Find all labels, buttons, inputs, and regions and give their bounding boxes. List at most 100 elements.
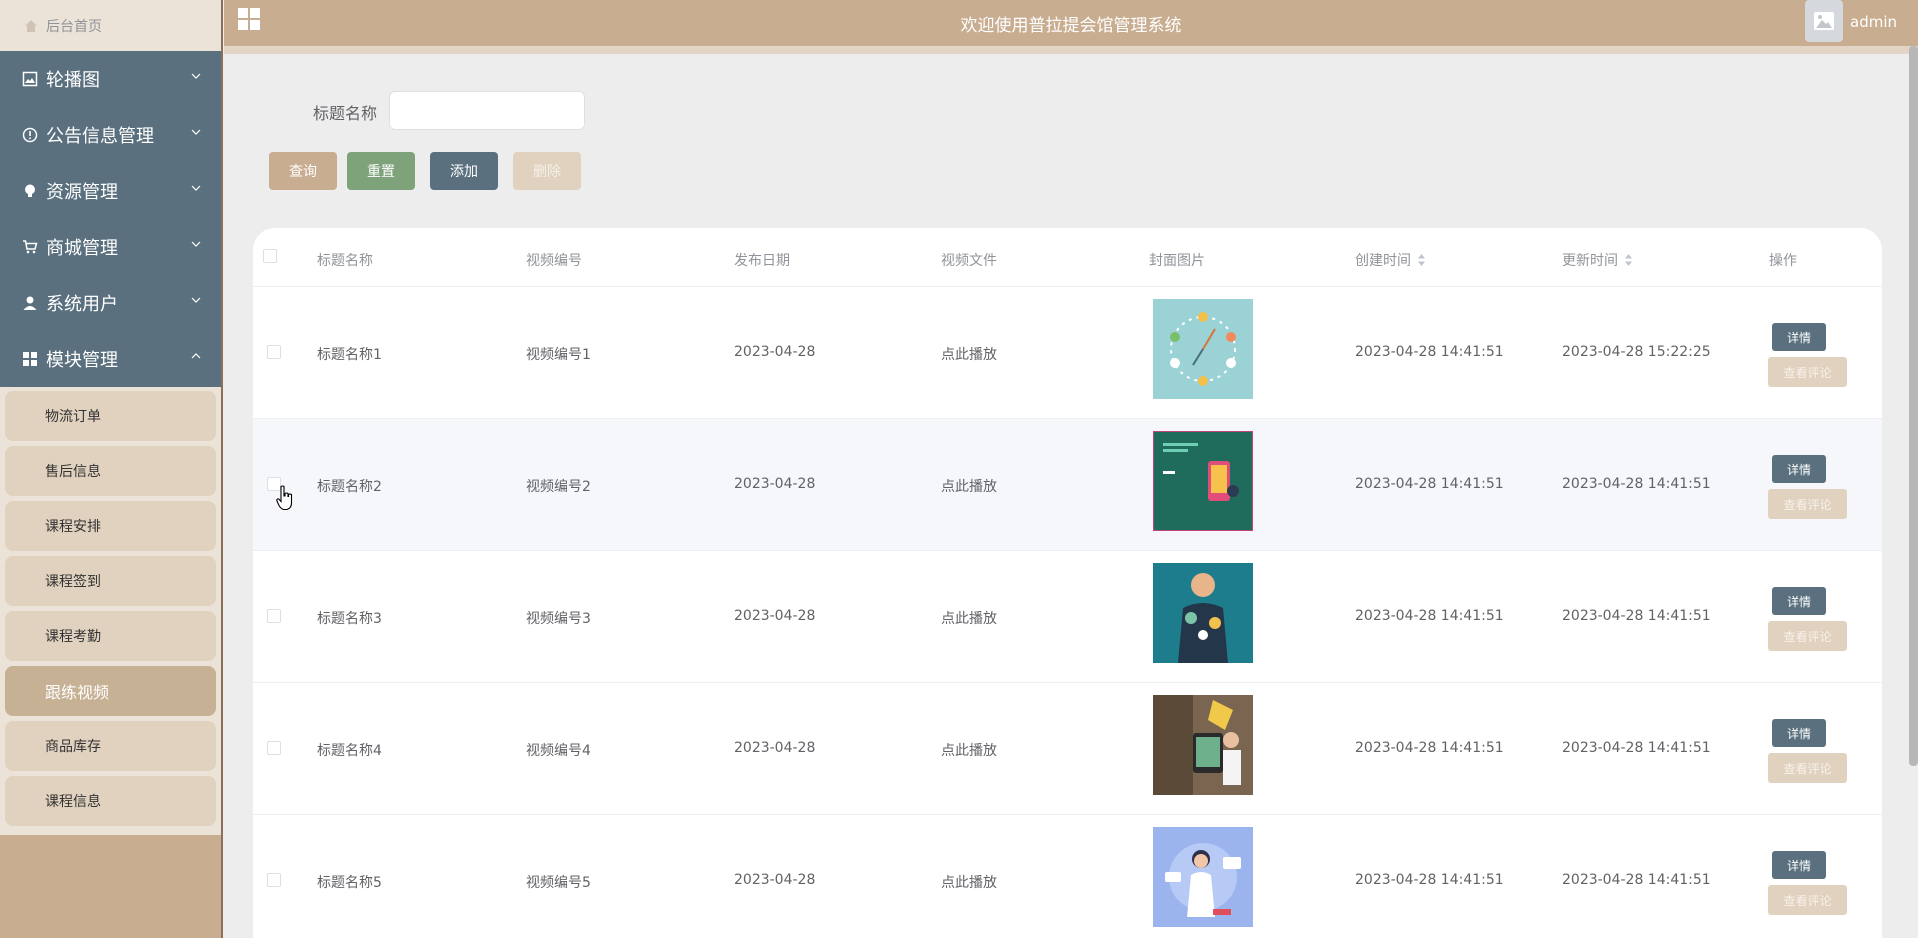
row-checkbox[interactable]	[267, 345, 281, 359]
submenu-course-checkin[interactable]: 课程签到	[5, 556, 216, 606]
column-header-label: 更新时间	[1562, 253, 1618, 269]
submenu-logistics-orders[interactable]: 物流订单	[5, 391, 216, 441]
cell-title: 标题名称1	[317, 347, 382, 363]
detail-button[interactable]: 详情	[1772, 323, 1826, 351]
detail-button[interactable]: 详情	[1772, 455, 1826, 483]
delete-button[interactable]: 删除	[513, 152, 581, 190]
cell-title: 标题名称2	[317, 479, 382, 495]
cover-image	[1153, 299, 1253, 399]
column-header: 封面图片	[1149, 253, 1205, 269]
menu-carousel[interactable]: 轮播图	[0, 51, 221, 107]
cell-updated: 2023-04-28 15:22:25	[1562, 344, 1711, 360]
chevron-up-icon	[191, 353, 201, 359]
view-reviews-button[interactable]: 查看评论	[1768, 489, 1847, 519]
home-icon	[25, 19, 37, 32]
menu-label: 公告信息管理	[46, 126, 154, 147]
submenu-after-sales[interactable]: 售后信息	[5, 446, 216, 496]
title-search-input[interactable]	[389, 91, 585, 130]
row-checkbox[interactable]	[267, 609, 281, 623]
detail-button[interactable]: 详情	[1772, 587, 1826, 615]
menu-shop[interactable]: 商城管理	[0, 219, 221, 275]
add-button[interactable]: 添加	[430, 152, 498, 190]
main-content: 标题名称 查询 重置 添加 删除 标题名称 视频编号 发布日期 视频文件 封面图…	[224, 54, 1918, 938]
cell-created: 2023-04-28 14:41:51	[1355, 608, 1504, 624]
cell-updated: 2023-04-28 14:41:51	[1562, 608, 1711, 624]
cell-video-no: 视频编号3	[526, 611, 591, 627]
page-scrollbar[interactable]	[1909, 46, 1918, 766]
cell-title: 标题名称4	[317, 743, 382, 759]
top-header: 欢迎使用普拉提会馆管理系统 admin	[224, 0, 1918, 54]
menu-label: 轮播图	[46, 70, 100, 91]
menu-notice[interactable]: 公告信息管理	[0, 107, 221, 163]
table-row: 标题名称4 视频编号4 2023-04-28 点此播放 2023-04-28 1…	[253, 683, 1882, 815]
image-icon	[1814, 12, 1834, 30]
hand-cursor-icon	[276, 485, 293, 511]
table-header: 标题名称 视频编号 发布日期 视频文件 封面图片 创建时间 更新时间 操作	[253, 228, 1882, 287]
cell-updated: 2023-04-28 14:41:51	[1562, 740, 1711, 756]
sort-icon[interactable]	[1624, 253, 1633, 267]
cell-created: 2023-04-28 14:41:51	[1355, 344, 1504, 360]
cell-video-no: 视频编号1	[526, 347, 591, 363]
detail-button[interactable]: 详情	[1772, 719, 1826, 747]
submenu-course-info[interactable]: 课程信息	[5, 776, 216, 826]
row-checkbox[interactable]	[267, 873, 281, 887]
cell-video-file-link[interactable]: 点此播放	[941, 476, 997, 496]
header-divider	[224, 46, 1918, 54]
cell-updated: 2023-04-28 14:41:51	[1562, 476, 1711, 492]
video-table: 标题名称 视频编号 发布日期 视频文件 封面图片 创建时间 更新时间 操作 标题…	[253, 228, 1882, 938]
chevron-down-icon	[191, 241, 201, 247]
cell-publish-date: 2023-04-28	[734, 872, 816, 888]
row-checkbox[interactable]	[267, 741, 281, 755]
grid-icon	[22, 351, 38, 367]
table-row: 标题名称5 视频编号5 2023-04-28 点此播放 2023-04-28 1…	[253, 815, 1882, 938]
reset-button[interactable]: 重置	[347, 152, 415, 190]
submenu-follow-videos[interactable]: 跟练视频	[5, 666, 216, 716]
cell-publish-date: 2023-04-28	[734, 476, 816, 492]
detail-button[interactable]: 详情	[1772, 851, 1826, 879]
cell-created: 2023-04-28 14:41:51	[1355, 872, 1504, 888]
cell-video-file-link[interactable]: 点此播放	[941, 608, 997, 628]
menu-resources[interactable]: 资源管理	[0, 163, 221, 219]
bulb-icon	[22, 183, 38, 199]
info-icon	[22, 127, 38, 143]
column-header: 视频文件	[941, 253, 997, 269]
module-submenu: 物流订单 售后信息 课程安排 课程签到 课程考勤 跟练视频 商品库存 课程信息	[0, 387, 221, 835]
table-row: 标题名称3 视频编号3 2023-04-28 点此播放 2023-04-28 1…	[253, 551, 1882, 683]
page-title: 欢迎使用普拉提会馆管理系统	[960, 16, 1182, 36]
search-label: 标题名称	[313, 104, 378, 123]
view-reviews-button[interactable]: 查看评论	[1768, 357, 1847, 387]
view-reviews-button[interactable]: 查看评论	[1768, 621, 1847, 651]
home-link[interactable]: 后台首页	[0, 0, 221, 51]
select-all-checkbox[interactable]	[263, 249, 277, 263]
cover-image	[1153, 695, 1253, 795]
cell-created: 2023-04-28 14:41:51	[1355, 740, 1504, 756]
cell-video-no: 视频编号4	[526, 743, 591, 759]
cell-title: 标题名称5	[317, 875, 382, 891]
avatar[interactable]	[1805, 0, 1843, 42]
cell-updated: 2023-04-28 14:41:51	[1562, 872, 1711, 888]
view-reviews-button[interactable]: 查看评论	[1768, 753, 1847, 783]
chevron-down-icon	[191, 73, 201, 79]
sidebar: 后台首页 轮播图 公告信息管理 资源管理 商城管理 系统用户 模块管理 物流订单…	[0, 0, 223, 938]
username[interactable]: admin	[1850, 13, 1897, 31]
submenu-inventory[interactable]: 商品库存	[5, 721, 216, 771]
cell-video-file-link[interactable]: 点此播放	[941, 872, 997, 892]
menu-modules[interactable]: 模块管理	[0, 331, 221, 387]
cell-video-file-link[interactable]: 点此播放	[941, 740, 997, 760]
menu-users[interactable]: 系统用户	[0, 275, 221, 331]
menu-label: 系统用户	[46, 294, 118, 315]
view-reviews-button[interactable]: 查看评论	[1768, 885, 1847, 915]
column-header-updated[interactable]: 更新时间	[1562, 250, 1633, 270]
submenu-course-attendance[interactable]: 课程考勤	[5, 611, 216, 661]
column-header: 发布日期	[734, 253, 790, 269]
cell-video-file-link[interactable]: 点此播放	[941, 344, 997, 364]
column-header-created[interactable]: 创建时间	[1355, 250, 1426, 270]
cell-publish-date: 2023-04-28	[734, 344, 816, 360]
sort-icon[interactable]	[1417, 253, 1426, 267]
column-header: 标题名称	[317, 253, 373, 269]
query-button[interactable]: 查询	[269, 152, 337, 190]
menu-label: 商城管理	[46, 238, 118, 259]
menu-label: 模块管理	[46, 350, 118, 371]
submenu-course-schedule[interactable]: 课程安排	[5, 501, 216, 551]
column-header: 操作	[1769, 253, 1797, 269]
